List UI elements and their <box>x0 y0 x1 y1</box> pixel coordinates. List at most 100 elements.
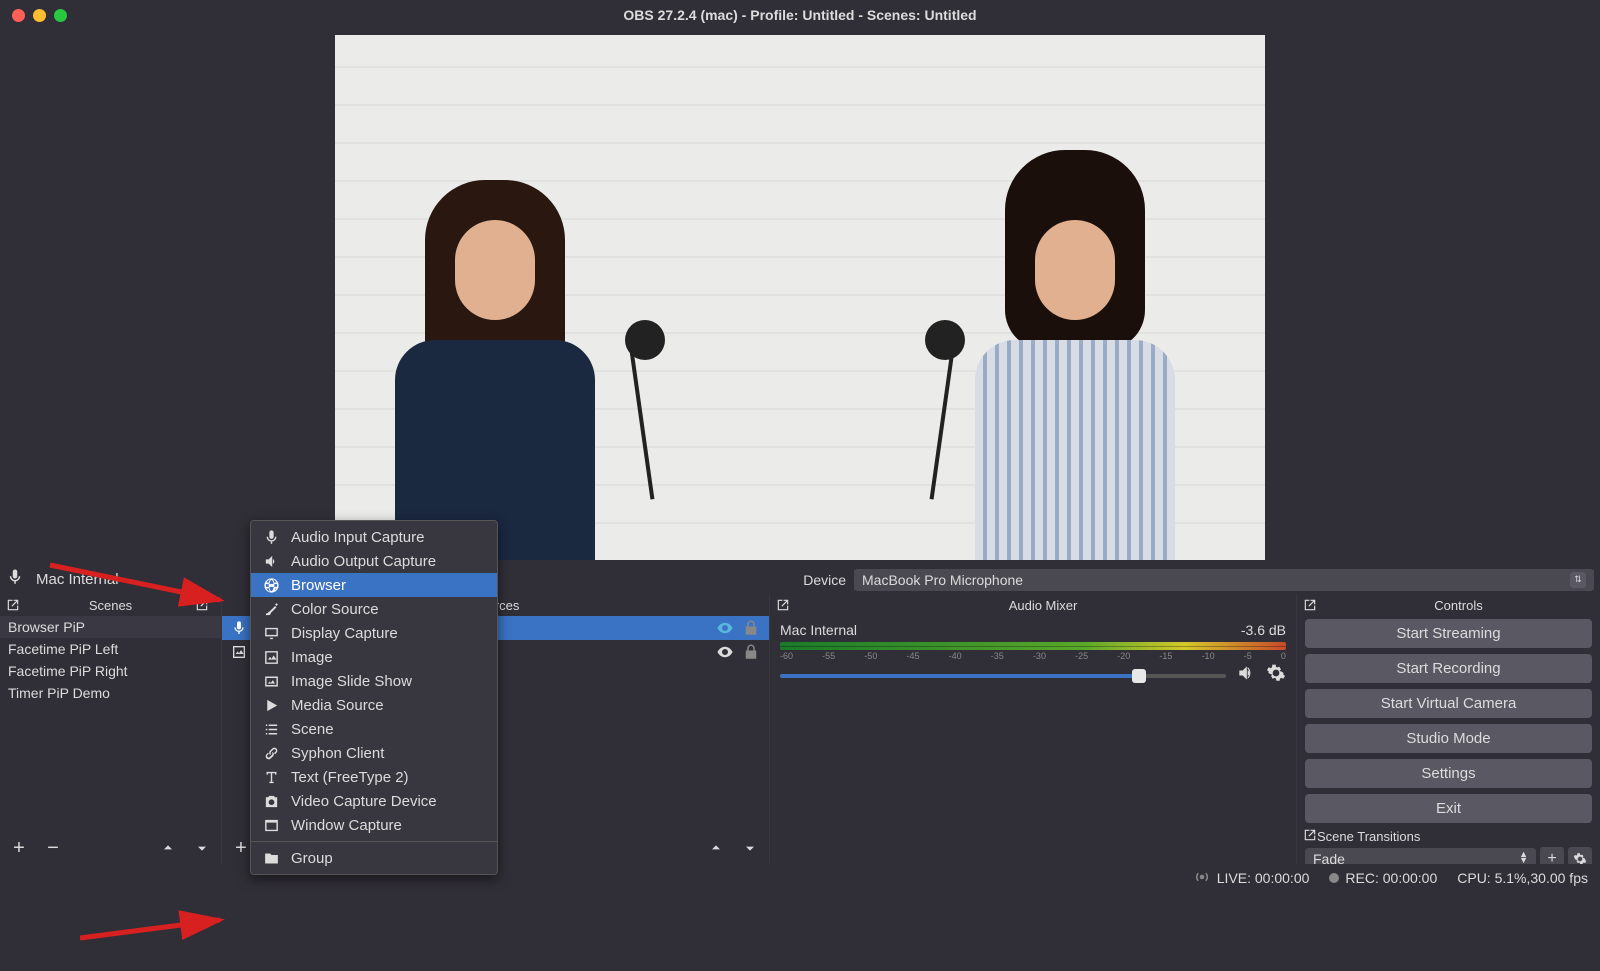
menu-item-label: Audio Input Capture <box>291 529 424 546</box>
volume-slider[interactable] <box>780 674 1226 678</box>
preview-area[interactable] <box>0 30 1600 565</box>
move-source-up-button[interactable] <box>705 837 727 859</box>
microphone-icon <box>6 568 24 591</box>
pop-out-icon[interactable] <box>1303 828 1317 845</box>
broadcast-icon <box>1193 868 1211 889</box>
menu-item-scene[interactable]: Scene <box>251 717 497 741</box>
menu-item-image-slide-show[interactable]: Image Slide Show <box>251 669 497 693</box>
device-dropdown-value: MacBook Pro Microphone <box>862 572 1023 588</box>
start-streaming-button[interactable]: Start Streaming <box>1305 619 1592 648</box>
menu-item-label: Scene <box>291 721 334 738</box>
mixer-channel-name: Mac Internal <box>780 622 857 638</box>
menu-item-label: Color Source <box>291 601 379 618</box>
start-virtual-camera-button[interactable]: Start Virtual Camera <box>1305 689 1592 718</box>
mixer-panel-title: Audio Mixer <box>1009 598 1078 613</box>
menu-item-group[interactable]: Group <box>251 846 497 870</box>
menu-item-browser[interactable]: Browser <box>251 573 497 597</box>
pop-out-icon[interactable] <box>776 598 790 612</box>
monitor-icon <box>261 623 281 643</box>
menu-item-label: Display Capture <box>291 625 398 642</box>
menu-item-label: Image <box>291 649 333 666</box>
source-properties-bar: Mac Internal Device MacBook Pro Micropho… <box>0 565 1600 594</box>
scene-item[interactable]: Facetime PiP Right <box>0 660 221 682</box>
camera-icon <box>261 791 281 811</box>
scenes-panel-title: Scenes <box>89 598 132 613</box>
scene-item[interactable]: Timer PiP Demo <box>0 682 221 704</box>
remove-scene-button[interactable]: − <box>42 837 64 859</box>
meter-ticks: -60-55-50-45-40-35-30-25-20-15-10-50 <box>780 651 1286 661</box>
add-transition-button[interactable]: + <box>1540 847 1564 864</box>
brush-icon <box>261 599 281 619</box>
menu-item-video-capture-device[interactable]: Video Capture Device <box>251 789 497 813</box>
move-source-down-button[interactable] <box>739 837 761 859</box>
scene-item[interactable]: Browser PiP <box>0 616 221 638</box>
mixer-channel-db: -3.6 dB <box>1241 622 1286 638</box>
exit-button[interactable]: Exit <box>1305 794 1592 823</box>
play-icon <box>261 695 281 715</box>
status-live: LIVE: 00:00:00 <box>1217 870 1310 886</box>
microphone-icon <box>230 619 248 637</box>
menu-item-window-capture[interactable]: Window Capture <box>251 813 497 837</box>
menu-item-image[interactable]: Image <box>251 645 497 669</box>
mixer-settings-button[interactable] <box>1266 663 1286 688</box>
menu-item-syphon-client[interactable]: Syphon Client <box>251 741 497 765</box>
transition-settings-button[interactable] <box>1568 847 1592 864</box>
mute-button[interactable] <box>1236 663 1256 688</box>
add-source-button[interactable]: + <box>230 837 252 859</box>
menu-item-label: Image Slide Show <box>291 673 412 690</box>
controls-panel-title: Controls <box>1434 598 1482 613</box>
settings-button[interactable]: Settings <box>1305 759 1592 788</box>
add-scene-button[interactable]: + <box>8 837 30 859</box>
device-dropdown[interactable]: MacBook Pro Microphone ⇅ <box>854 569 1594 591</box>
lock-toggle[interactable] <box>741 642 761 662</box>
image-icon <box>230 643 248 661</box>
menu-item-media-source[interactable]: Media Source <box>251 693 497 717</box>
move-scene-up-button[interactable] <box>157 837 179 859</box>
maximize-window-button[interactable] <box>54 9 67 22</box>
menu-item-label: Syphon Client <box>291 745 384 762</box>
menu-item-label: Video Capture Device <box>291 793 437 810</box>
start-recording-button[interactable]: Start Recording <box>1305 654 1592 683</box>
folder-icon <box>261 848 281 868</box>
minimize-window-button[interactable] <box>33 9 46 22</box>
menu-item-display-capture[interactable]: Display Capture <box>251 621 497 645</box>
menu-item-text-freetype-2-[interactable]: Text (FreeType 2) <box>251 765 497 789</box>
scene-item[interactable]: Facetime PiP Left <box>0 638 221 660</box>
menu-item-label: Audio Output Capture <box>291 553 436 570</box>
transition-dropdown[interactable]: Fade▲▼ <box>1305 848 1536 864</box>
pop-out-icon[interactable] <box>1303 598 1317 612</box>
close-window-button[interactable] <box>12 9 25 22</box>
menu-item-label: Window Capture <box>291 817 402 834</box>
annotation-arrow <box>80 910 240 955</box>
menu-item-audio-input-capture[interactable]: Audio Input Capture <box>251 525 497 549</box>
pop-out-icon[interactable] <box>6 598 20 612</box>
slides-icon <box>261 671 281 691</box>
speaker-icon <box>261 551 281 571</box>
menu-item-label: Text (FreeType 2) <box>291 769 409 786</box>
device-label: Device <box>803 572 846 588</box>
status-bar: LIVE: 00:00:00 REC: 00:00:00 CPU: 5.1%,3… <box>0 864 1600 892</box>
move-scene-down-button[interactable] <box>191 837 213 859</box>
menu-item-audio-output-capture[interactable]: Audio Output Capture <box>251 549 497 573</box>
image-icon <box>261 647 281 667</box>
audio-meter <box>780 642 1286 650</box>
scenes-panel: Scenes Browser PiPFacetime PiP LeftFacet… <box>0 594 222 864</box>
controls-panel: Controls Start Streaming Start Recording S… <box>1297 594 1600 864</box>
record-indicator-icon <box>1329 873 1339 883</box>
studio-mode-button[interactable]: Studio Mode <box>1305 724 1592 753</box>
lock-toggle[interactable] <box>741 618 761 638</box>
mixer-channel: Mac Internal -3.6 dB -60-55-50-45-40-35-… <box>770 616 1296 694</box>
mic-icon <box>261 527 281 547</box>
preview-canvas[interactable] <box>335 35 1265 560</box>
pop-out-icon[interactable] <box>195 598 209 612</box>
status-rec: REC: 00:00:00 <box>1345 870 1437 886</box>
text-icon <box>261 767 281 787</box>
list-icon <box>261 719 281 739</box>
add-source-context-menu[interactable]: Audio Input Capture Audio Output Capture B… <box>250 520 498 875</box>
menu-item-color-source[interactable]: Color Source <box>251 597 497 621</box>
visibility-toggle[interactable] <box>715 618 735 638</box>
window-icon <box>261 815 281 835</box>
link-icon <box>261 743 281 763</box>
transitions-title: Scene Transitions <box>1317 829 1420 844</box>
visibility-toggle[interactable] <box>715 642 735 662</box>
